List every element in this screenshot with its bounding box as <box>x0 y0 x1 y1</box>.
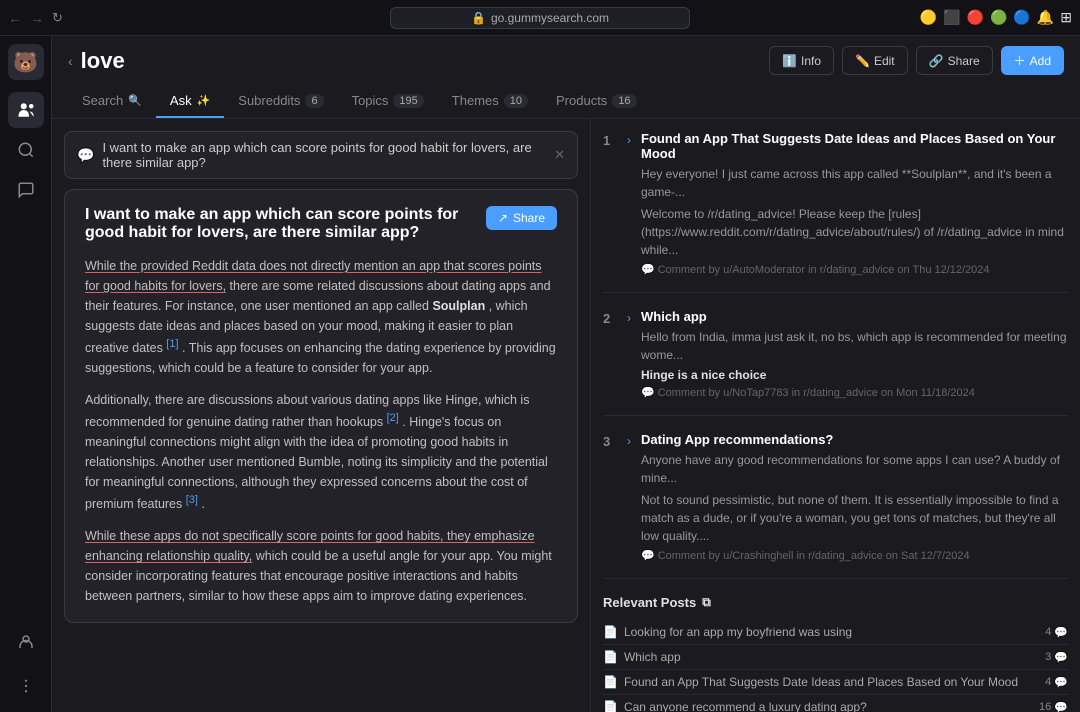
header-actions: ℹ️ Info ✏️ Edit 🔗 Share ＋ Add <box>769 46 1064 75</box>
page-title: love <box>81 48 125 74</box>
cite-3[interactable]: [3] <box>186 494 198 506</box>
result-1-meta: 💬 Comment by u/AutoModerator in r/dating… <box>641 263 1068 276</box>
ask-tab-icon: ✨ <box>197 94 211 107</box>
right-panel: 1 › Found an App That Suggests Date Idea… <box>590 119 1080 712</box>
sidebar: 🐻 <box>0 36 52 712</box>
doc-icon-1: 📄 <box>603 625 618 639</box>
sidebar-item-search[interactable] <box>8 132 44 168</box>
search-bar-icon: 💬 <box>77 147 94 164</box>
edit-icon: ✏️ <box>855 54 870 68</box>
result-item-3: 3 › Dating App recommendations? Anyone h… <box>603 432 1068 579</box>
tabs: Search 🔍 Ask ✨ Subreddits 6 Topics 195 T… <box>68 85 1064 118</box>
result-2-meta: 💬 Comment by u/NoTap7783 in r/dating_adv… <box>641 386 1068 399</box>
result-1-sub: Welcome to /r/dating_advice! Please keep… <box>641 205 1068 259</box>
search-tab-icon: 🔍 <box>128 94 142 107</box>
comment-icon-2: 💬 <box>641 386 655 399</box>
result-3-sub: Not to sound pessimistic, but none of th… <box>641 491 1068 545</box>
relevant-posts-title: Relevant Posts ⧉ <box>603 595 1068 610</box>
browser-url-bar[interactable]: 🔒 go.gummysearch.com <box>390 7 690 29</box>
sidebar-item-community[interactable] <box>8 92 44 128</box>
cite-2[interactable]: [2] <box>387 412 399 424</box>
sidebar-item-more[interactable] <box>8 668 44 704</box>
result-share-icon: ↗ <box>498 211 508 225</box>
share-icon: 🔗 <box>929 54 944 68</box>
tab-search[interactable]: Search 🔍 <box>68 85 156 118</box>
info-button[interactable]: ℹ️ Info <box>769 46 834 75</box>
result-2-sub: Hinge is a nice choice <box>641 368 1068 382</box>
copy-icon[interactable]: ⧉ <box>702 595 711 610</box>
result-2-title[interactable]: Which app <box>641 309 1068 324</box>
result-3-title[interactable]: Dating App recommendations? <box>641 432 1068 447</box>
doc-icon-4: 📄 <box>603 700 618 712</box>
result-1-title[interactable]: Found an App That Suggests Date Ideas an… <box>641 131 1068 161</box>
expand-2[interactable]: › <box>627 309 631 399</box>
result-3-preview: Anyone have any good recommendations for… <box>641 451 1068 487</box>
comment-icon: 💬 <box>641 263 655 276</box>
expand-3[interactable]: › <box>627 432 631 562</box>
sidebar-item-chat[interactable] <box>8 172 44 208</box>
comment-badge-1: 💬 <box>1054 626 1068 639</box>
sidebar-logo[interactable]: 🐻 <box>8 44 44 80</box>
search-bar-value: I want to make an app which can score po… <box>102 140 546 170</box>
relevant-item-3[interactable]: 📄 Found an App That Suggests Date Ideas … <box>603 670 1068 695</box>
tab-products[interactable]: Products 16 <box>542 85 651 118</box>
browser-back-btn[interactable]: ← → ↻ <box>8 10 63 26</box>
back-button[interactable]: ‹ <box>68 53 73 69</box>
relevant-item-2[interactable]: 📄 Which app 3 💬 <box>603 645 1068 670</box>
relevant-item-1[interactable]: 📄 Looking for an app my boyfriend was us… <box>603 620 1068 645</box>
lock-icon: 🔒 <box>471 11 486 25</box>
edit-button[interactable]: ✏️ Edit <box>842 46 908 75</box>
search-bar-close[interactable]: ✕ <box>554 147 565 163</box>
tab-topics[interactable]: Topics 195 <box>338 85 438 118</box>
content-area: 💬 I want to make an app which can score … <box>52 119 1080 712</box>
page-header: ‹ love ℹ️ Info ✏️ Edit 🔗 Share <box>52 36 1080 119</box>
tab-ask[interactable]: Ask ✨ <box>156 85 224 118</box>
relevant-item-4[interactable]: 📄 Can anyone recommend a luxury dating a… <box>603 695 1068 712</box>
comment-badge-4: 💬 <box>1054 701 1068 712</box>
doc-icon-3: 📄 <box>603 675 618 689</box>
relevant-posts: Relevant Posts ⧉ 📄 Looking for an app my… <box>603 595 1068 712</box>
expand-1[interactable]: › <box>627 131 631 276</box>
add-icon: ＋ <box>1014 52 1026 69</box>
result-item-2: 2 › Which app Hello from India, imma jus… <box>603 309 1068 416</box>
comment-badge-3: 💬 <box>1054 676 1068 689</box>
add-button[interactable]: ＋ Add <box>1001 46 1064 75</box>
browser-toolbar-right: 🟡 ⬛ 🔴 🟢 🔵 🔔 ⊞ <box>920 9 1072 26</box>
result-body: While the provided Reddit data does not … <box>85 256 557 606</box>
info-icon: ℹ️ <box>782 54 797 68</box>
share-button[interactable]: 🔗 Share <box>916 46 993 75</box>
url-text: go.gummysearch.com <box>491 11 609 25</box>
result-card: I want to make an app which can score po… <box>64 189 578 623</box>
result-share-button[interactable]: ↗ Share <box>486 206 557 230</box>
result-3-meta: 💬 Comment by u/Crashinghell in r/dating_… <box>641 549 1068 562</box>
left-panel: 💬 I want to make an app which can score … <box>52 119 590 712</box>
result-2-preview: Hello from India, imma just ask it, no b… <box>641 328 1068 364</box>
cite-1[interactable]: [1] <box>166 338 178 350</box>
comment-badge-2: 💬 <box>1054 651 1068 664</box>
doc-icon-2: 📄 <box>603 650 618 664</box>
tab-themes[interactable]: Themes 10 <box>438 85 542 118</box>
result-item-1: 1 › Found an App That Suggests Date Idea… <box>603 131 1068 293</box>
result-1-preview: Hey everyone! I just came across this ap… <box>641 165 1068 201</box>
comment-icon-3: 💬 <box>641 549 655 562</box>
result-title: I want to make an app which can score po… <box>85 206 557 242</box>
sidebar-item-user-circle[interactable] <box>8 624 44 660</box>
search-bar[interactable]: 💬 I want to make an app which can score … <box>64 131 578 179</box>
tab-subreddits[interactable]: Subreddits 6 <box>224 85 337 118</box>
